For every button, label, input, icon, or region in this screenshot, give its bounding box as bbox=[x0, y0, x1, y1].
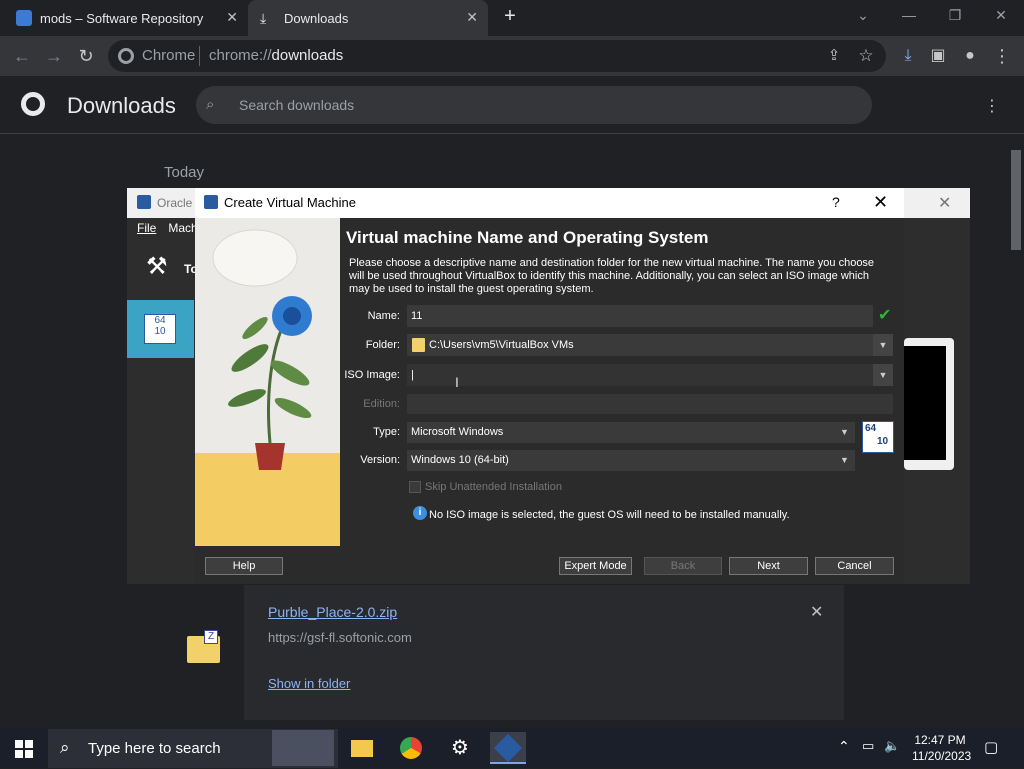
close-tab-icon[interactable]: ✕ bbox=[466, 9, 478, 26]
skip-unattended-label: Skip Unattended Installation bbox=[425, 481, 562, 493]
side-panel-icon[interactable]: ▣ bbox=[926, 44, 950, 68]
tab-search-icon[interactable]: ⌄ bbox=[848, 4, 878, 26]
back-icon[interactable]: ← bbox=[10, 44, 34, 68]
tab-downloads[interactable]: ⤓ Downloads ✕ bbox=[248, 0, 488, 36]
windows-10-os-icon: 64 10 bbox=[144, 314, 176, 344]
iso-image-input[interactable]: | bbox=[407, 364, 873, 386]
info-icon: i bbox=[413, 506, 427, 520]
wizard-heading: Virtual machine Name and Operating Syste… bbox=[346, 228, 709, 247]
show-in-folder-link[interactable]: Show in folder bbox=[268, 676, 350, 691]
name-input[interactable]: 11 bbox=[407, 305, 873, 327]
tools-icon: ⚒ bbox=[146, 253, 168, 280]
iso-dropdown-arrow-icon[interactable]: ▼ bbox=[873, 364, 893, 386]
download-source-url: https://gsf-fl.softonic.com bbox=[268, 630, 412, 645]
windows-10-os-icon: 64 10 bbox=[862, 421, 894, 453]
omnibox-url[interactable]: chrome://downloads bbox=[209, 47, 343, 64]
download-favicon-icon: ⤓ bbox=[260, 10, 267, 26]
dialog-close-icon[interactable]: ✕ bbox=[873, 192, 888, 213]
virtualbox-icon[interactable] bbox=[490, 732, 526, 764]
folder-label: Folder: bbox=[365, 339, 400, 351]
settings-icon[interactable]: ⚙ bbox=[442, 732, 478, 764]
show-hidden-icons-icon[interactable]: ⌃ bbox=[838, 738, 850, 755]
minimize-button[interactable]: — bbox=[894, 4, 924, 26]
chrome-site-icon bbox=[118, 48, 134, 64]
context-help-button[interactable]: ? bbox=[832, 194, 840, 210]
forward-icon[interactable]: → bbox=[42, 44, 66, 68]
page-title: Downloads bbox=[67, 93, 176, 118]
star-icon[interactable]: ☆ bbox=[854, 44, 878, 68]
reload-icon[interactable]: ↻ bbox=[74, 44, 98, 68]
back-button[interactable]: Back bbox=[644, 557, 722, 575]
wizard-illustration bbox=[195, 218, 340, 546]
text-cursor-icon: I bbox=[455, 374, 459, 390]
network-icon[interactable]: ▭ bbox=[862, 738, 874, 754]
volume-icon[interactable]: 🔈 bbox=[884, 738, 900, 754]
taskbar-clock[interactable]: 12:47 PM 11/20/2023 bbox=[912, 732, 971, 764]
restore-button[interactable]: ❐ bbox=[940, 4, 970, 26]
next-button[interactable]: Next bbox=[729, 557, 808, 575]
wizard-description: Please choose a descriptive name and des… bbox=[349, 257, 875, 295]
help-button[interactable]: Help bbox=[205, 557, 283, 575]
version-label: Version: bbox=[360, 454, 400, 466]
type-label: Type: bbox=[373, 426, 400, 438]
virtualbox-icon bbox=[204, 195, 218, 209]
chrome-taskbar-icon[interactable] bbox=[393, 732, 429, 764]
chrome-menu-icon[interactable]: ⋮ bbox=[990, 44, 1014, 68]
tab-title: Downloads bbox=[284, 10, 349, 26]
vbm-menubar: File Machi bbox=[137, 221, 200, 235]
iso-image-label: ISO Image: bbox=[344, 369, 400, 381]
search-icon: ⌕ bbox=[206, 96, 215, 113]
close-tab-icon[interactable]: ✕ bbox=[226, 9, 238, 26]
check-icon: ✔ bbox=[878, 307, 892, 324]
vm-preview-screen bbox=[904, 346, 946, 460]
info-message: No ISO image is selected, the guest OS w… bbox=[429, 509, 790, 521]
virtualbox-favicon-icon bbox=[16, 10, 32, 26]
profile-icon[interactable]: ● bbox=[958, 44, 982, 68]
folder-dropdown-arrow-icon[interactable]: ▼ bbox=[873, 334, 893, 356]
edition-select[interactable] bbox=[407, 394, 893, 414]
remove-download-icon[interactable]: ✕ bbox=[810, 602, 823, 622]
kebab-menu-icon[interactable]: ⋮ bbox=[984, 96, 1000, 116]
chrome-logo-icon bbox=[21, 92, 45, 116]
search-placeholder: Search downloads bbox=[239, 97, 355, 113]
virtualbox-icon bbox=[137, 195, 151, 209]
zip-file-icon: Z bbox=[187, 630, 220, 663]
skip-unattended-checkbox[interactable] bbox=[409, 481, 421, 493]
type-select[interactable]: Microsoft Windows bbox=[407, 422, 855, 443]
menu-file[interactable]: File bbox=[137, 221, 156, 235]
folder-icon bbox=[412, 338, 425, 352]
name-label: Name: bbox=[367, 310, 400, 322]
search-icon: ⌕ bbox=[60, 738, 70, 757]
search-highlight-image bbox=[272, 730, 334, 766]
close-window-button[interactable]: ✕ bbox=[986, 4, 1016, 26]
tab-title: mods – Software Repository bbox=[40, 10, 204, 26]
file-explorer-icon[interactable] bbox=[344, 732, 380, 764]
expert-mode-button[interactable]: Expert Mode bbox=[559, 557, 632, 575]
version-dropdown-arrow-icon[interactable]: ▼ bbox=[840, 455, 849, 465]
download-filename-link[interactable]: Purble_Place-2.0.zip bbox=[268, 604, 397, 620]
windows-start-icon[interactable] bbox=[15, 740, 33, 758]
notifications-icon[interactable]: ▢ bbox=[984, 738, 998, 756]
share-icon[interactable]: ⇪ bbox=[822, 44, 846, 68]
version-select[interactable]: Windows 10 (64-bit) bbox=[407, 450, 855, 471]
type-dropdown-arrow-icon[interactable]: ▼ bbox=[840, 427, 849, 437]
cancel-button[interactable]: Cancel bbox=[815, 557, 894, 575]
new-tab-button[interactable]: + bbox=[500, 6, 520, 26]
folder-select[interactable]: C:\Users\vm5\VirtualBox VMs bbox=[407, 334, 873, 356]
scrollbar-thumb[interactable] bbox=[1011, 150, 1021, 250]
taskbar-search-placeholder: Type here to search bbox=[88, 740, 221, 757]
tab-mods-repository[interactable]: mods – Software Repository ✕ bbox=[16, 0, 246, 36]
download-indicator-icon[interactable]: ⤓ bbox=[896, 44, 920, 68]
omnibox-site-label: Chrome bbox=[142, 47, 196, 64]
omnibox-separator bbox=[199, 46, 200, 66]
date-section-label: Today bbox=[164, 164, 205, 181]
vbm-title: Oracle bbox=[157, 196, 193, 210]
vbm-close-icon[interactable]: ✕ bbox=[938, 193, 951, 213]
dialog-title: Create Virtual Machine bbox=[224, 195, 356, 210]
edition-label: Edition: bbox=[363, 398, 400, 410]
